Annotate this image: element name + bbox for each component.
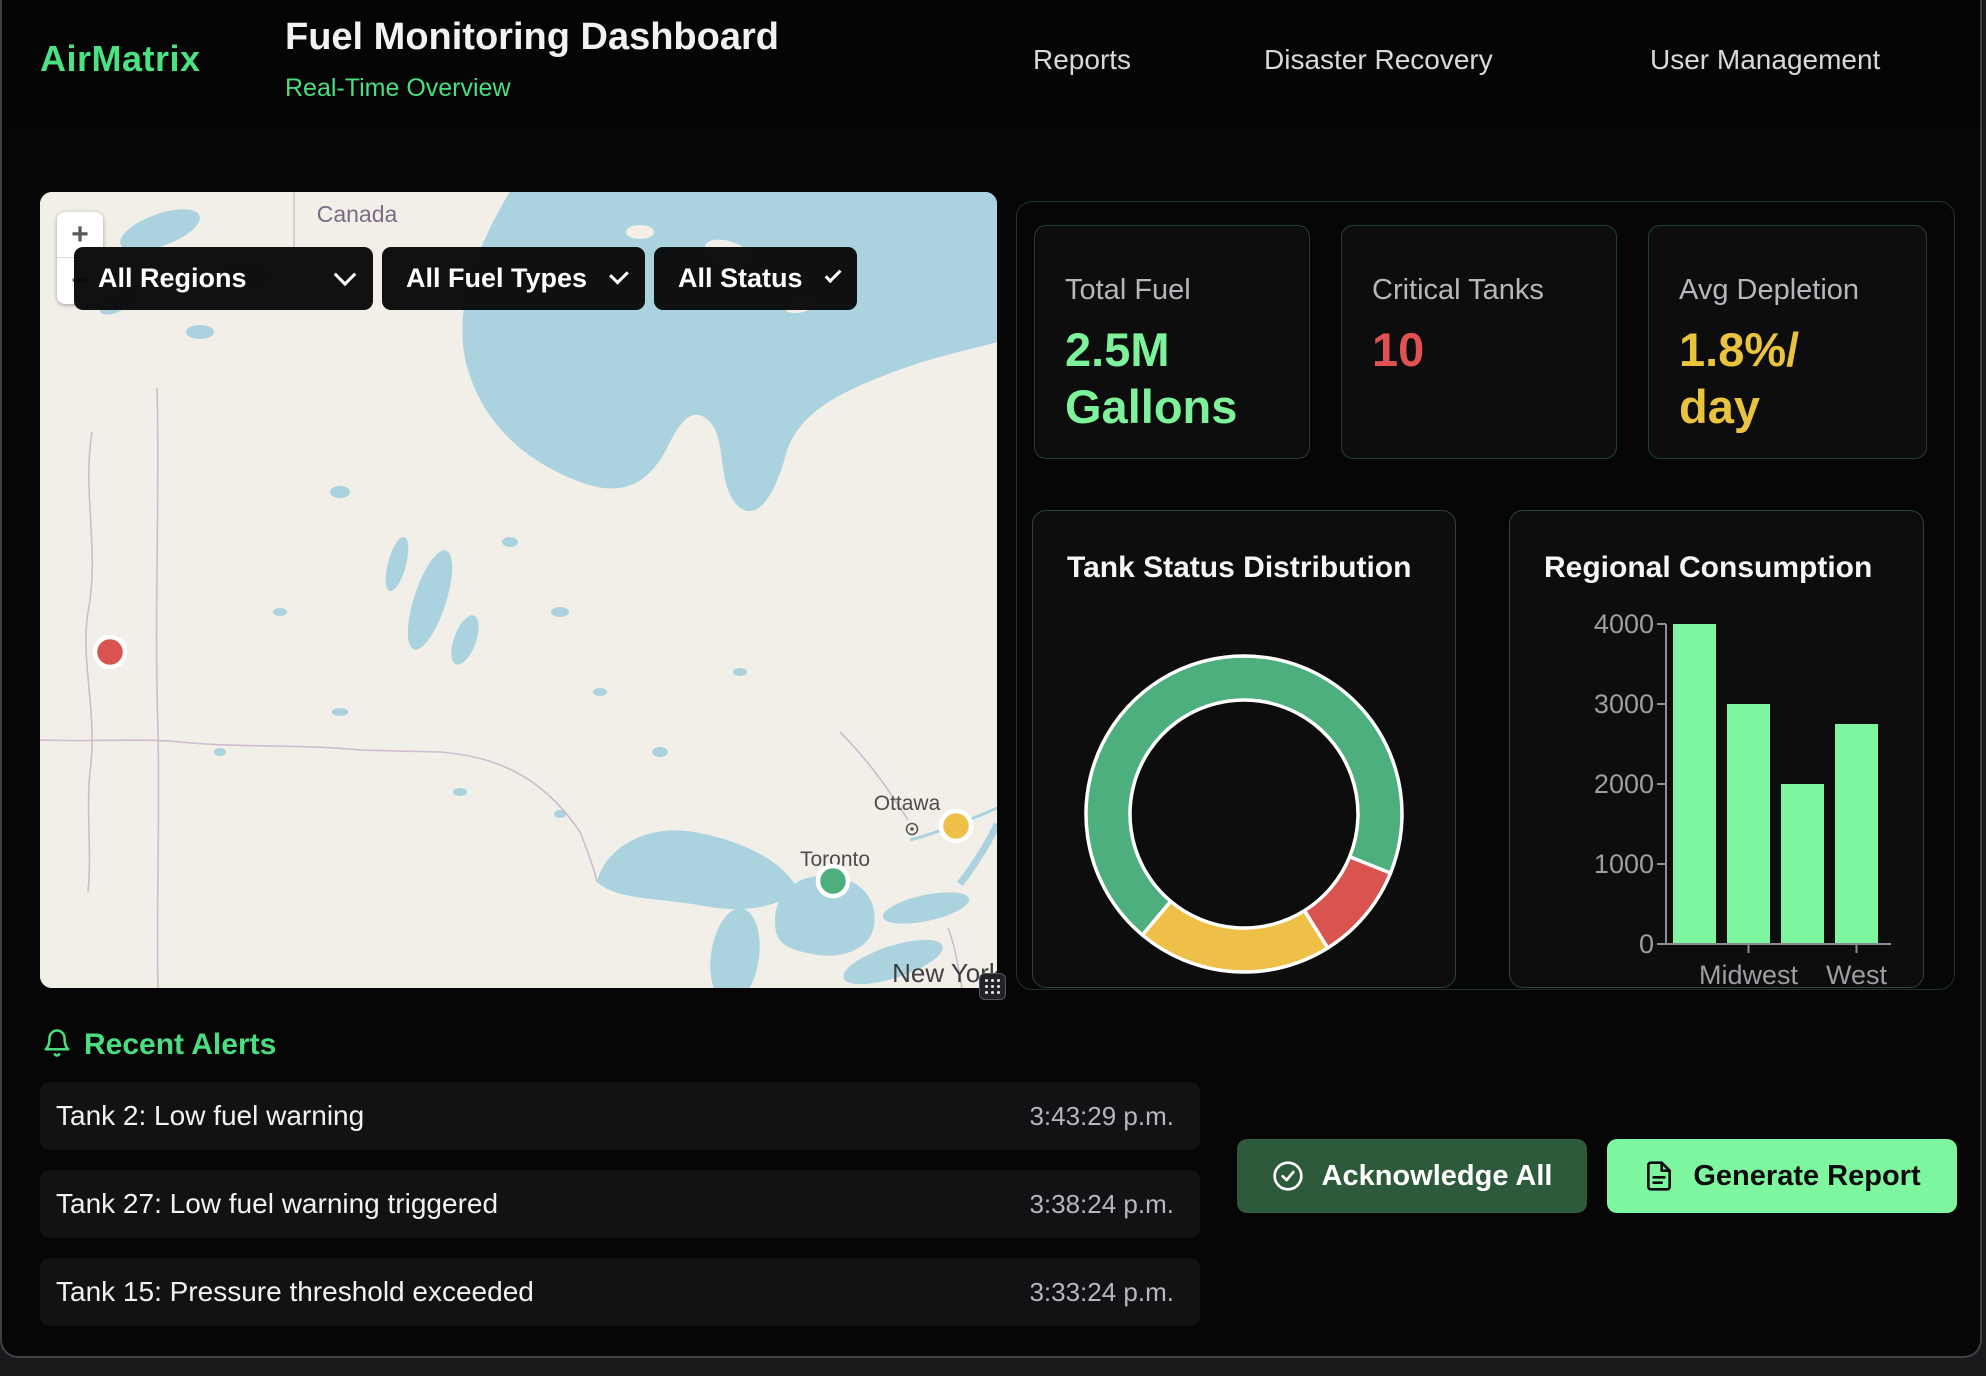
map-filter-bar: All Regions All Fuel Types All Status [74,247,857,310]
bell-icon [42,1026,72,1060]
kpi-label: Critical Tanks [1372,274,1588,307]
svg-text:Midwest: Midwest [1699,960,1799,989]
map-label-canada: Canada [317,201,398,227]
svg-text:3000: 3000 [1594,689,1654,719]
kpi-total-fuel: Total Fuel 2.5M Gallons [1034,225,1310,459]
kpi-critical-tanks: Critical Tanks 10 [1341,225,1617,459]
kpi-value: 10 [1372,321,1588,378]
kpi-label: Avg Depletion [1679,274,1898,307]
fuel-type-filter-value: All Fuel Types [406,263,587,294]
kpi-value: 2.5M Gallons [1065,321,1281,436]
tank-status-donut-chart [1033,511,1457,989]
acknowledge-all-button[interactable]: Acknowledge All [1237,1139,1587,1213]
alert-message: Tank 2: Low fuel warning [56,1100,364,1132]
page-title: Fuel Monitoring Dashboard [285,16,779,59]
map-marker-normal[interactable] [818,866,848,896]
map-canvas: Canada Ottawa Toronto New York [40,192,997,988]
map-marker-critical[interactable] [95,637,125,667]
report-file-icon [1643,1160,1675,1192]
fuel-type-filter-dropdown[interactable]: All Fuel Types [382,247,645,310]
alert-time: 3:33:24 p.m. [1029,1277,1174,1308]
alert-message: Tank 15: Pressure threshold exceeded [56,1276,534,1308]
status-filter-value: All Status [678,263,803,294]
resize-handle-icon[interactable] [979,973,1006,1000]
check-circle-icon [1272,1160,1304,1192]
region-filter-value: All Regions [98,263,247,294]
svg-text:1000: 1000 [1594,849,1654,879]
map-marker-warning[interactable] [941,811,971,841]
generate-report-button[interactable]: Generate Report [1607,1139,1957,1213]
app-header: AirMatrix Fuel Monitoring Dashboard Real… [2,0,1980,126]
svg-text:West: West [1826,960,1888,989]
svg-text:0: 0 [1639,929,1654,959]
alert-message: Tank 27: Low fuel warning triggered [56,1188,498,1220]
chevron-down-icon [334,263,357,286]
alert-row[interactable]: Tank 15: Pressure threshold exceeded 3:3… [40,1258,1200,1326]
kpi-value: 1.8%/ day [1679,321,1898,436]
kpi-avg-depletion: Avg Depletion 1.8%/ day [1648,225,1927,459]
alert-time: 3:38:24 p.m. [1029,1189,1174,1220]
map-label-ottawa: Ottawa [874,792,941,815]
tank-status-card: Tank Status Distribution [1032,510,1456,988]
nav-reports[interactable]: Reports [1033,44,1131,76]
alert-time: 3:43:29 p.m. [1029,1101,1174,1132]
dashboard-window: AirMatrix Fuel Monitoring Dashboard Real… [0,0,1982,1358]
brand-logo: AirMatrix [40,38,201,80]
button-label: Generate Report [1693,1160,1920,1193]
button-label: Acknowledge All [1322,1160,1553,1193]
regional-consumption-card: Regional Consumption 01000200030004000Mi… [1509,510,1924,988]
chevron-down-icon [609,264,629,284]
regional-consumption-bar-chart: 0 1000 2000 3000 4000 Midwest West [1510,511,1925,989]
chevron-down-icon [824,266,841,283]
fuel-map[interactable]: Canada Ottawa Toronto New York + − All R… [40,192,997,988]
nav-disaster-recovery[interactable]: Disaster Recovery [1264,44,1493,76]
status-filter-dropdown[interactable]: All Status [654,247,857,310]
page-subtitle: Real-Time Overview [285,74,511,103]
alert-row[interactable]: Tank 2: Low fuel warning 3:43:29 p.m. [40,1082,1200,1150]
region-filter-dropdown[interactable]: All Regions [74,247,373,310]
alert-row[interactable]: Tank 27: Low fuel warning triggered 3:38… [40,1170,1200,1238]
svg-text:2000: 2000 [1594,769,1654,799]
kpi-label: Total Fuel [1065,274,1281,307]
alerts-section-title: Recent Alerts [84,1028,276,1062]
svg-text:4000: 4000 [1594,609,1654,639]
nav-user-management[interactable]: User Management [1650,44,1880,76]
